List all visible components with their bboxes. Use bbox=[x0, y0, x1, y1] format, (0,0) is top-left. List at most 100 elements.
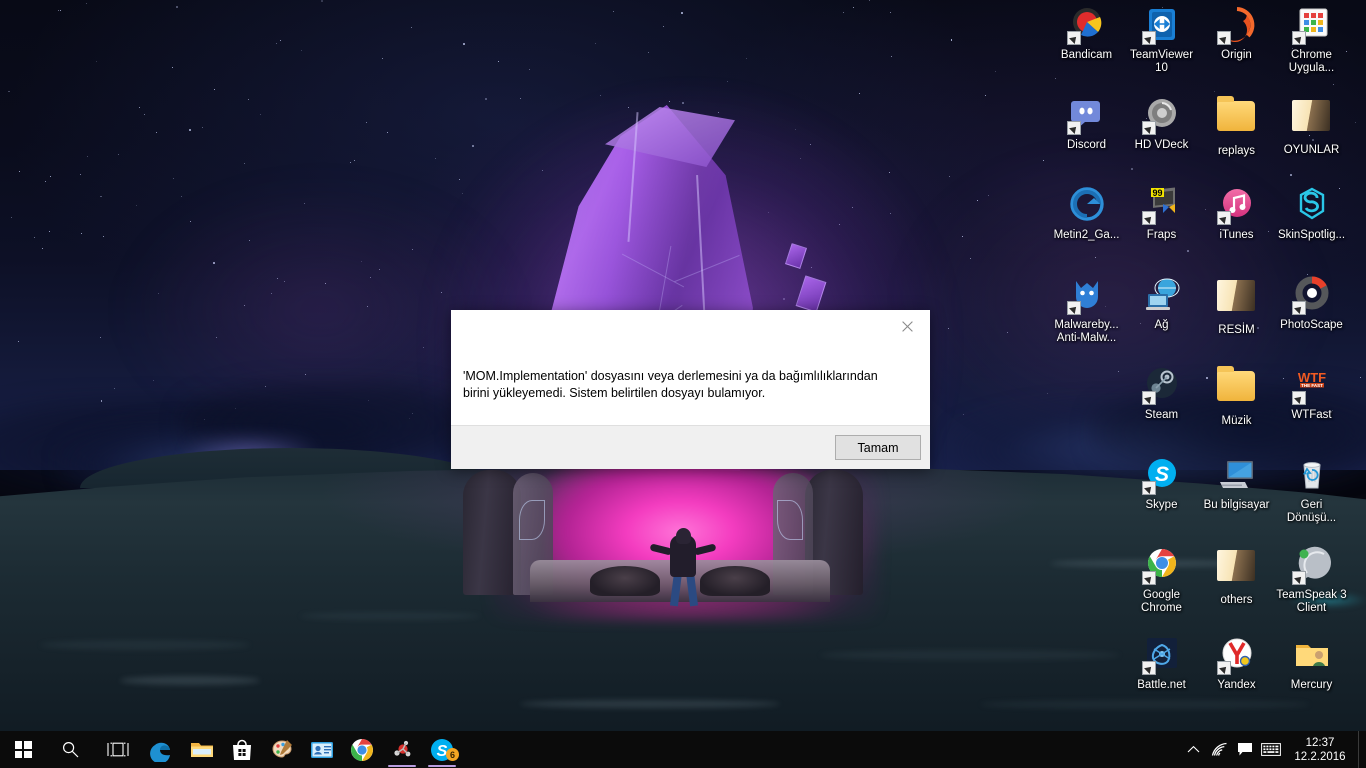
portal-rune bbox=[777, 500, 803, 540]
desktop-icon-skinspotlig[interactable]: SkinSpotlig... bbox=[1274, 185, 1349, 242]
desktop-icon-label: Skype bbox=[1145, 499, 1178, 511]
desktop-icon-yandex[interactable]: Yandex bbox=[1199, 635, 1274, 692]
star bbox=[680, 12, 683, 15]
desktop-icon-geri-d-n[interactable]: Geri Dönüşü... bbox=[1274, 455, 1349, 525]
desktop-icon-wtfast[interactable]: WTF THE FAST WTFast bbox=[1274, 365, 1349, 422]
hd-vdeck-icon bbox=[1141, 95, 1182, 135]
desktop-icon-label: Fraps bbox=[1146, 229, 1177, 241]
star bbox=[59, 9, 61, 11]
show-desktop-button[interactable] bbox=[1358, 731, 1366, 768]
taskbar-app-microsoft-store[interactable] bbox=[222, 731, 262, 768]
taskbar-app-microsoft-edge[interactable] bbox=[142, 731, 182, 768]
task-view-icon[interactable] bbox=[94, 731, 142, 768]
shortcut-arrow-icon bbox=[1291, 571, 1306, 585]
star bbox=[891, 56, 893, 58]
star bbox=[244, 162, 246, 164]
search-icon[interactable] bbox=[46, 731, 94, 768]
desktop-icon-google-chrome[interactable]: Google Chrome bbox=[1124, 545, 1199, 615]
dialog-message-text: 'MOM.Implementation' dosyasını veya derl… bbox=[463, 369, 878, 400]
desktop-icon-a[interactable]: Ağ bbox=[1124, 275, 1199, 332]
taskbar-app-skype[interactable]: S6 bbox=[422, 731, 462, 768]
star bbox=[727, 80, 729, 82]
taskbar-badge: 6 bbox=[446, 748, 459, 761]
star bbox=[172, 177, 174, 179]
desktop-icon-label: PhotoScape bbox=[1280, 319, 1343, 331]
star bbox=[113, 387, 115, 389]
star bbox=[247, 98, 249, 100]
svg-text:99: 99 bbox=[1152, 188, 1162, 198]
wifi-icon[interactable] bbox=[1206, 731, 1232, 768]
svg-text:THE FAST: THE FAST bbox=[1301, 383, 1323, 388]
taskbar-app-file-explorer[interactable] bbox=[182, 731, 222, 768]
taskbar-app-metin2[interactable] bbox=[382, 731, 422, 768]
desktop-icon-chrome-uygula[interactable]: Chrome Uygula... bbox=[1274, 5, 1349, 75]
desktop-icon-label: Chrome Uygula... bbox=[1288, 49, 1335, 74]
clock-time: 12:37 bbox=[1305, 736, 1335, 749]
action-center-icon[interactable] bbox=[1232, 731, 1258, 768]
desktop-icon-label: Discord bbox=[1067, 139, 1106, 151]
recycle-bin-icon bbox=[1292, 455, 1332, 495]
dialog-titlebar[interactable] bbox=[451, 310, 930, 342]
close-icon[interactable] bbox=[884, 310, 930, 342]
star bbox=[95, 61, 97, 63]
star bbox=[50, 176, 52, 178]
skype-icon: S bbox=[1141, 455, 1182, 495]
desktop-icon-battle-net[interactable]: Battle.net bbox=[1124, 635, 1199, 692]
taskbar-app-paint[interactable] bbox=[262, 731, 302, 768]
shortcut-arrow-icon bbox=[1141, 481, 1156, 495]
folder-user-icon bbox=[1292, 635, 1332, 675]
desktop-icon-malwareby-anti-malw[interactable]: Malwareby... Anti-Malw... bbox=[1049, 275, 1124, 345]
desktop-icon-bu-bilgisayar[interactable]: Bu bilgisayar bbox=[1199, 455, 1274, 512]
desktop-icon-skype[interactable]: S Skype bbox=[1124, 455, 1199, 512]
star bbox=[301, 49, 303, 51]
keyboard-icon[interactable] bbox=[1258, 731, 1284, 768]
star bbox=[275, 43, 277, 45]
desktop-icon-label: Battle.net bbox=[1137, 679, 1186, 691]
star bbox=[201, 127, 203, 129]
desktop-icon-label: TeamSpeak 3 Client bbox=[1276, 589, 1347, 614]
shortcut-arrow-icon bbox=[1291, 391, 1306, 405]
desktop-icon-m-zik[interactable]: Müzik bbox=[1199, 365, 1274, 428]
desktop-icon-steam[interactable]: Steam bbox=[1124, 365, 1199, 422]
fraps-icon: 99 bbox=[1141, 185, 1182, 225]
shortcut-arrow-icon bbox=[1066, 31, 1081, 45]
edge-icon bbox=[150, 738, 174, 764]
desktop-icon-itunes[interactable]: iTunes bbox=[1199, 185, 1274, 242]
desktop-icon-fraps[interactable]: 99 Fraps bbox=[1124, 185, 1199, 242]
desktop-icon-teamspeak-3-client[interactable]: TeamSpeak 3 Client bbox=[1274, 545, 1349, 615]
desktop-icon-discord[interactable]: Discord bbox=[1049, 95, 1124, 152]
desktop-icon-resi-m[interactable]: RESİM bbox=[1199, 275, 1274, 337]
desktop-icon-bandicam[interactable]: Bandicam bbox=[1049, 5, 1124, 62]
desktop-icon-origin[interactable]: Origin bbox=[1199, 5, 1274, 62]
desktop-icon-others[interactable]: others bbox=[1199, 545, 1274, 607]
desktop-icon-hd-vdeck[interactable]: HD VDeck bbox=[1124, 95, 1199, 152]
desktop-icon-mercury[interactable]: Mercury bbox=[1274, 635, 1349, 692]
teamviewer-icon bbox=[1141, 5, 1182, 45]
bandicam-icon bbox=[1066, 5, 1107, 45]
windows-start-icon[interactable] bbox=[0, 731, 46, 768]
error-dialog[interactable]: 'MOM.Implementation' dosyasını veya derl… bbox=[451, 310, 930, 469]
star bbox=[100, 195, 102, 198]
shortcut-arrow-icon bbox=[1216, 211, 1231, 225]
desktop-icon-label: Ağ bbox=[1154, 319, 1169, 331]
shortcut-arrow-icon bbox=[1141, 31, 1156, 45]
desktop-icon-label: Origin bbox=[1221, 49, 1252, 61]
folder-icon bbox=[1216, 96, 1257, 141]
desktop-icon-oyunlar[interactable]: OYUNLAR bbox=[1274, 95, 1349, 157]
star bbox=[528, 68, 530, 70]
desktop-icon-teamviewer-10[interactable]: TeamViewer 10 bbox=[1124, 5, 1199, 75]
chevron-up-icon[interactable] bbox=[1180, 731, 1206, 768]
taskbar-clock[interactable]: 12:37 12.2.2016 bbox=[1284, 731, 1358, 768]
discord-icon bbox=[1066, 95, 1107, 135]
desktop-icon-label: HD VDeck bbox=[1134, 139, 1189, 151]
ok-button[interactable]: Tamam bbox=[835, 435, 921, 460]
star bbox=[79, 173, 81, 175]
desktop-icon-photoscape[interactable]: PhotoScape bbox=[1274, 275, 1349, 332]
taskbar-app-google-chrome[interactable] bbox=[342, 731, 382, 768]
paint-icon bbox=[270, 738, 294, 762]
desktop-icon-replays[interactable]: replays bbox=[1199, 95, 1274, 158]
taskbar-app-contact-support[interactable] bbox=[302, 731, 342, 768]
desktop-icon-metin2-ga[interactable]: Metin2_Ga... bbox=[1049, 185, 1124, 242]
star bbox=[33, 236, 35, 238]
desktop-icon-label: Yandex bbox=[1217, 679, 1256, 691]
